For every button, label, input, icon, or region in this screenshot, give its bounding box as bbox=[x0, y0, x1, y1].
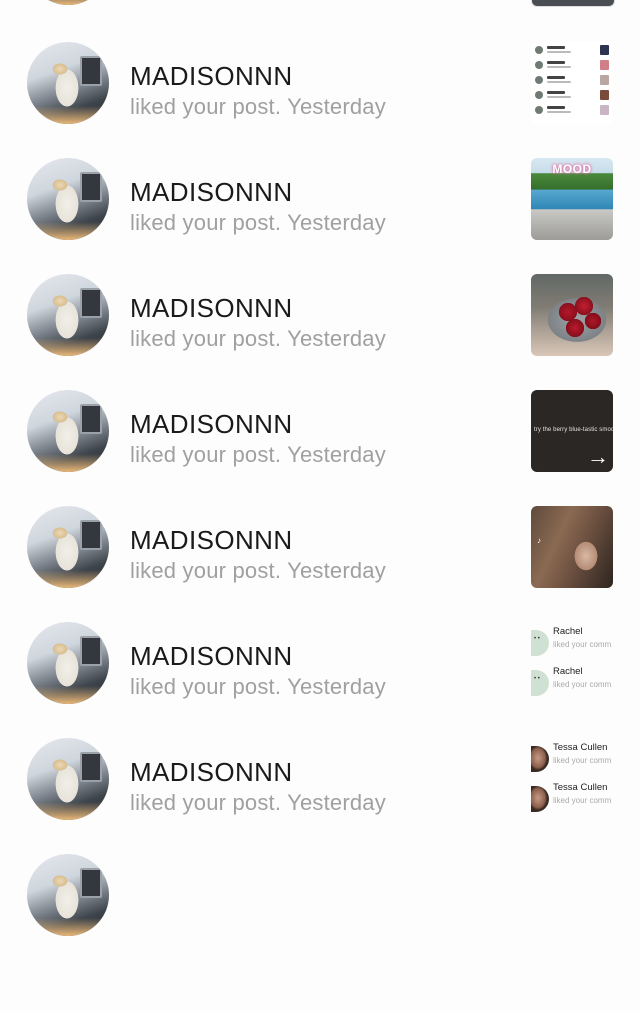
post-thumbnail[interactable]: MOOD bbox=[531, 158, 613, 240]
notification-text: liked your post. Yesterday bbox=[130, 674, 386, 699]
notification-text: liked your post. Yesterday bbox=[130, 442, 386, 467]
notifications-feed: MADISONNN liked your post. Yesterday MAD… bbox=[0, 0, 640, 936]
notification-text: liked your post. Yesterday bbox=[130, 210, 386, 235]
username[interactable]: MADISONNN bbox=[130, 757, 293, 788]
preview-name: Rachel bbox=[553, 666, 583, 677]
post-preview-rachel-2[interactable]: Rachel liked your comm bbox=[531, 662, 626, 702]
post-thumbnail[interactable] bbox=[531, 0, 615, 7]
notification-text: liked your post. Yesterday bbox=[130, 790, 386, 815]
preview-name: Tessa Cullen bbox=[553, 782, 608, 793]
post-preview-rachel-1[interactable]: Rachel liked your comm bbox=[531, 622, 626, 662]
video-caption: try the berry blue-tastic smoothie bbox=[534, 427, 613, 433]
username[interactable]: MADISONNN bbox=[130, 293, 293, 324]
post-thumbnail[interactable]: try the berry blue-tastic smoothie → bbox=[531, 390, 613, 472]
avatar[interactable] bbox=[27, 854, 109, 936]
username[interactable]: MADISONNN bbox=[130, 409, 293, 440]
notification-text: liked your post. Yesterday bbox=[130, 94, 386, 119]
avatar[interactable] bbox=[27, 274, 109, 356]
avatar bbox=[531, 786, 549, 812]
smiley-avatar-icon bbox=[531, 630, 549, 656]
avatar bbox=[531, 746, 549, 772]
post-thumbnail[interactable] bbox=[531, 274, 613, 356]
username[interactable]: MADISONNN bbox=[130, 61, 293, 92]
arrow-right-icon: → bbox=[587, 444, 609, 469]
preview-name: Tessa Cullen bbox=[553, 742, 608, 753]
preview-text: liked your comm bbox=[553, 796, 612, 805]
post-preview-tessa-1[interactable]: Tessa Cullen liked your comm bbox=[531, 738, 626, 778]
post-preview-tessa-2[interactable]: Tessa Cullen liked your comm bbox=[531, 778, 626, 818]
notification-text: liked your post. Yesterday bbox=[130, 558, 386, 583]
avatar[interactable] bbox=[27, 390, 109, 472]
smiley-avatar-icon bbox=[531, 670, 549, 696]
username[interactable]: MADISONNN bbox=[130, 177, 293, 208]
avatar[interactable] bbox=[27, 506, 109, 588]
username[interactable]: MADISONNN bbox=[130, 525, 293, 556]
notification-text: liked your post. Yesterday bbox=[130, 326, 386, 351]
avatar[interactable] bbox=[27, 42, 109, 124]
tiktok-icon: ♪ bbox=[537, 536, 541, 545]
avatar[interactable] bbox=[27, 738, 109, 820]
post-thumbnail[interactable] bbox=[531, 42, 613, 124]
post-thumbnail[interactable]: ♪ bbox=[531, 506, 613, 588]
avatar[interactable] bbox=[27, 622, 109, 704]
preview-text: liked your comm bbox=[553, 756, 612, 765]
preview-text: liked your comm bbox=[553, 640, 612, 649]
avatar[interactable] bbox=[27, 0, 109, 5]
avatar[interactable] bbox=[27, 158, 109, 240]
preview-text: liked your comm bbox=[553, 680, 612, 689]
username[interactable]: MADISONNN bbox=[130, 641, 293, 672]
overlay-text: MOOD bbox=[552, 162, 592, 176]
notification-row-partial[interactable] bbox=[0, 854, 640, 1011]
preview-name: Rachel bbox=[553, 626, 583, 637]
